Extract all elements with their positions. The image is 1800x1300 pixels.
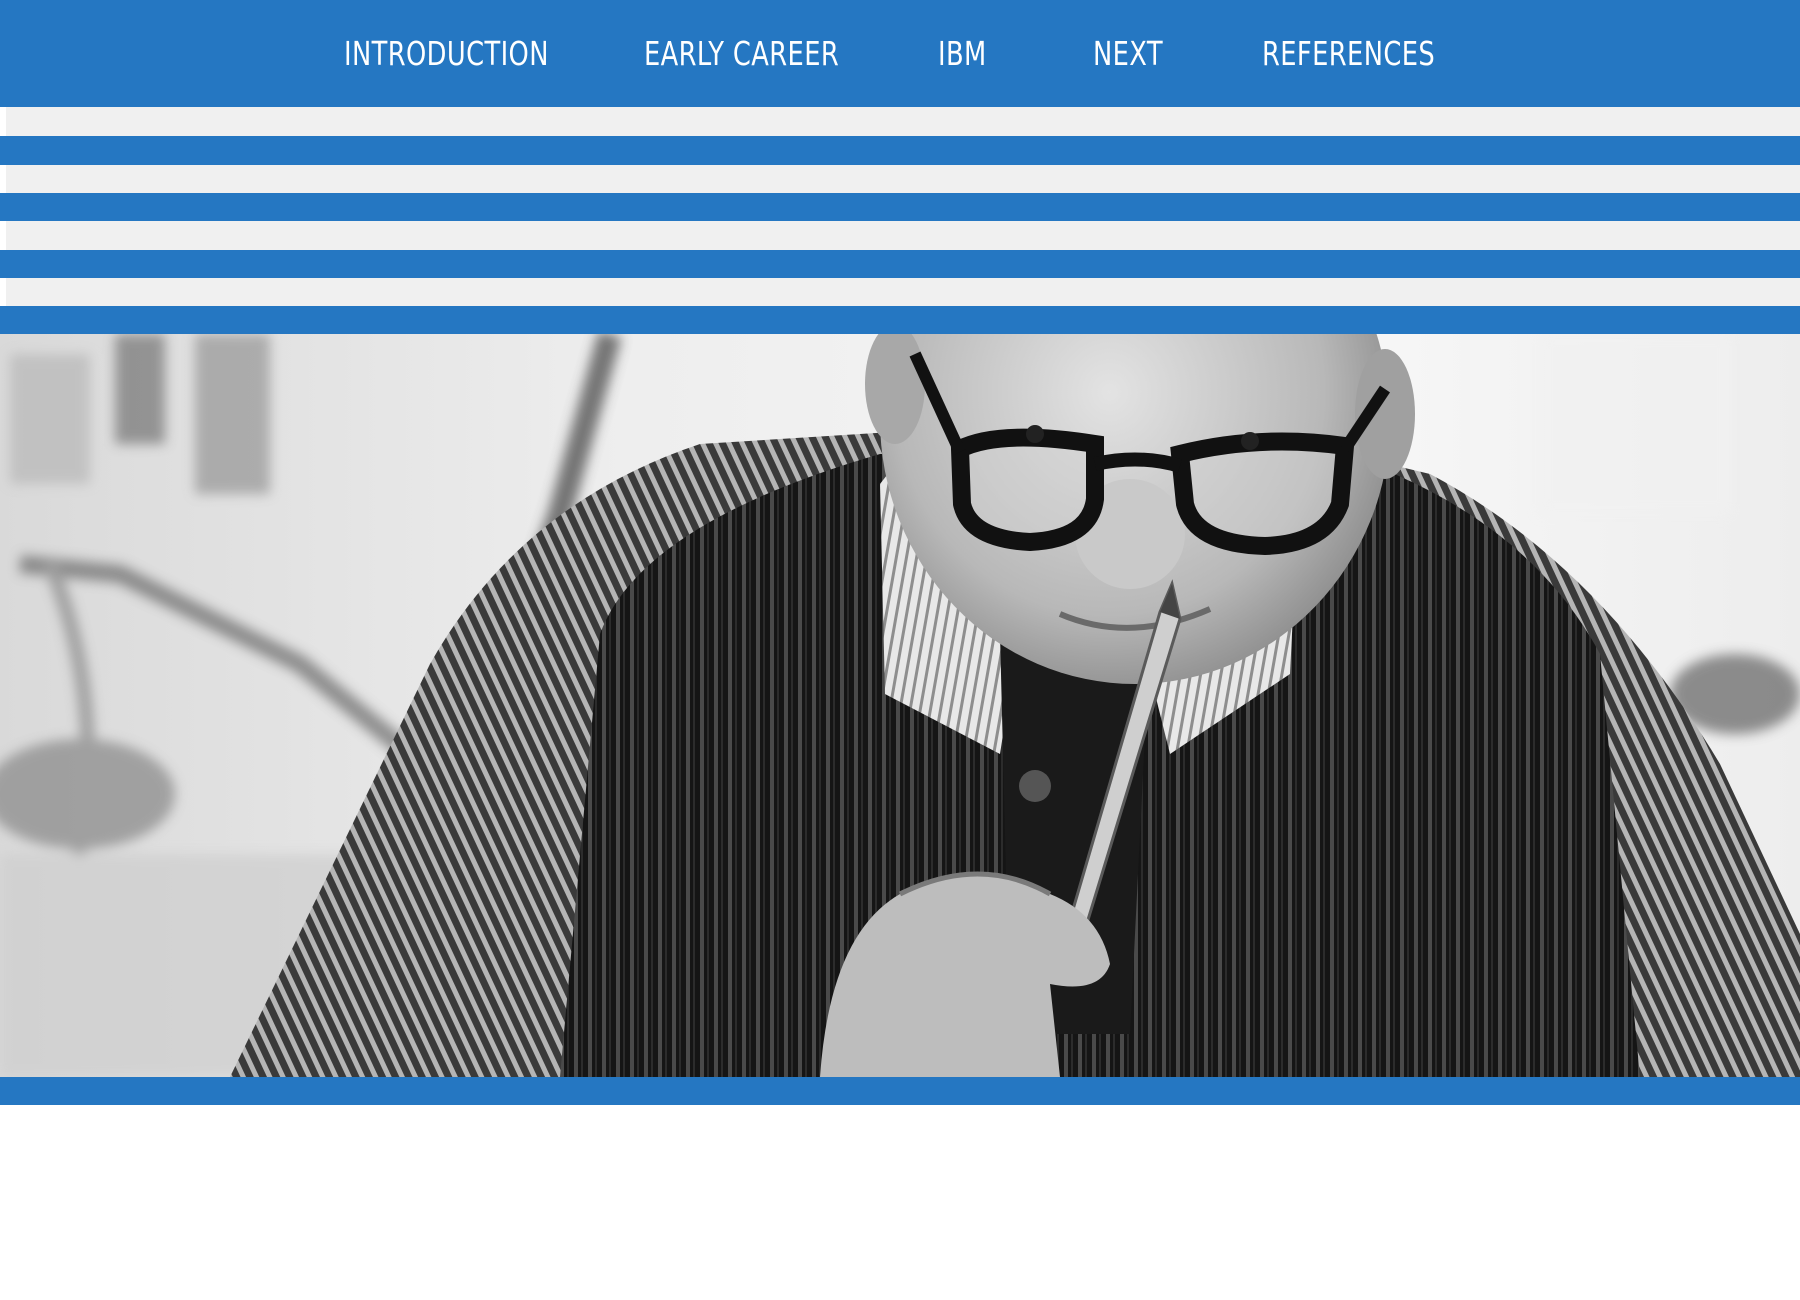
nav-link-early-career[interactable]: EARLY CAREER (644, 34, 839, 74)
nav-link-references[interactable]: REFERENCES (1262, 34, 1435, 74)
bottom-accent-bar (0, 1077, 1800, 1105)
stripe-blue (0, 136, 1800, 165)
stripe-light (0, 165, 1800, 194)
stripe-blue (0, 193, 1800, 222)
stripe-blue (0, 250, 1800, 279)
stripe-light (0, 107, 1800, 136)
stripe-blue (0, 306, 1800, 335)
nav-link-ibm[interactable]: IBM (938, 34, 987, 74)
nav-link-introduction[interactable]: INTRODUCTION (344, 34, 549, 74)
stripe-light (0, 221, 1800, 250)
portrait-illustration (0, 334, 1800, 1077)
top-navigation-bar: INTRODUCTION EARLY CAREER IBM NEXT REFER… (0, 0, 1800, 107)
nav-link-next[interactable]: NEXT (1093, 34, 1163, 74)
hero-portrait-image (0, 334, 1800, 1077)
stripe-light (0, 278, 1800, 307)
